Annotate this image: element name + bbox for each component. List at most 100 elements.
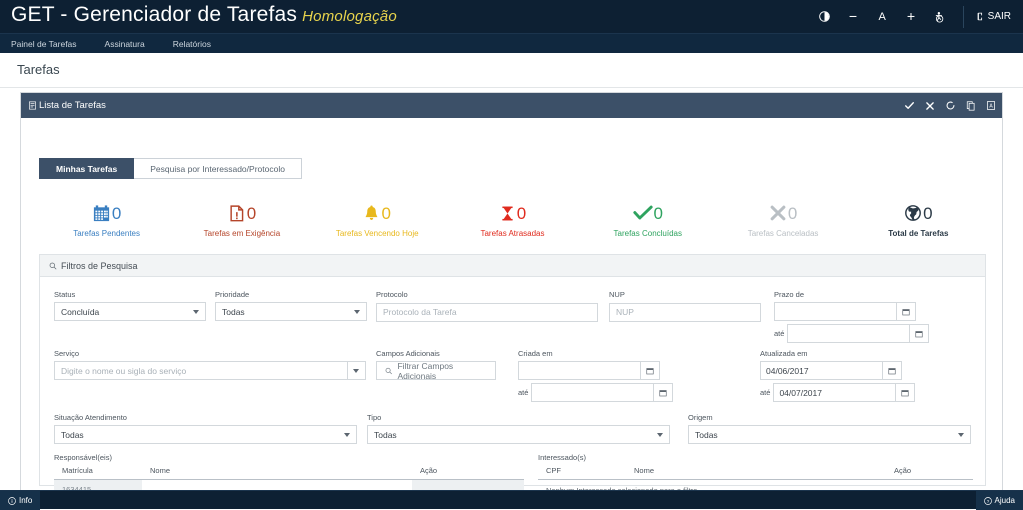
search-icon	[49, 262, 57, 270]
field-protocolo: Protocolo	[376, 290, 598, 322]
prazo-label: Prazo de	[774, 290, 886, 299]
prazo-ate-label: até	[774, 329, 784, 338]
calendar-icon[interactable]	[909, 325, 928, 342]
protocolo-label: Protocolo	[376, 290, 598, 299]
interessados-label: Interessado(s)	[538, 453, 973, 462]
copy-icon[interactable]	[966, 100, 976, 111]
logout-button[interactable]: SAIR	[972, 0, 1023, 33]
list-icon	[28, 101, 37, 110]
info-label: Info	[19, 496, 32, 505]
atualizada-from-field[interactable]	[760, 361, 902, 380]
criada-to-input[interactable]	[532, 384, 653, 401]
nav-item-relatorios[interactable]: Relatórios	[173, 39, 225, 49]
stat-count: 0	[247, 205, 256, 222]
protocolo-input[interactable]	[376, 303, 598, 322]
stat-tarefas-vencendo-hoje[interactable]: 0 Tarefas Vencendo Hoje	[317, 200, 437, 238]
calendar-icon[interactable]	[882, 362, 901, 379]
column-acao: Ação	[886, 466, 973, 480]
document-alert-icon	[228, 204, 246, 223]
field-prioridade: Prioridade Todas	[215, 290, 367, 321]
font-size-icon[interactable]: A	[868, 0, 897, 33]
atualizada-to-row: até	[760, 383, 886, 402]
servico-dropdown-button[interactable]	[347, 362, 365, 379]
tipo-select[interactable]: Todas	[367, 425, 670, 444]
logout-label: SAIR	[988, 11, 1011, 22]
status-footer-bar: Info ? Ajuda	[0, 490, 1023, 509]
nav-item-painel-de-tarefas[interactable]: Painel de Tarefas	[11, 39, 91, 49]
field-origem: Origem Todas	[688, 413, 971, 444]
criada-from-input[interactable]	[519, 362, 640, 379]
calendar-icon[interactable]	[895, 384, 914, 401]
nup-input[interactable]	[609, 303, 761, 322]
stat-label: Tarefas em Exigência	[204, 229, 280, 238]
prazo-from-row	[774, 302, 886, 321]
stat-tarefas-atrasadas[interactable]: 0 Tarefas Atrasadas	[452, 200, 572, 238]
close-icon[interactable]	[925, 101, 935, 111]
prazo-from-input[interactable]	[775, 303, 896, 320]
servico-placeholder: Digite o nome ou sigla do serviço	[61, 366, 186, 376]
servico-select[interactable]: Digite o nome ou sigla do serviço	[54, 361, 366, 380]
servico-label: Serviço	[54, 349, 366, 358]
atualizada-to-field[interactable]	[773, 383, 915, 402]
stat-tarefas-concluidas[interactable]: 0 Tarefas Concluídas	[588, 200, 708, 238]
calendar-icon[interactable]	[653, 384, 672, 401]
tab-minhas-tarefas[interactable]: Minhas Tarefas	[39, 158, 134, 179]
info-button[interactable]: Info	[0, 491, 40, 510]
table-header-row: CPF Nome Ação	[538, 466, 973, 480]
main-navigation-bar: Painel de Tarefas Assinatura Relatórios	[0, 33, 1023, 53]
filtrar-campos-adicionais-button[interactable]: Filtrar Campos Adicionais	[376, 361, 496, 380]
calendar-icon[interactable]	[640, 362, 659, 379]
atualizada-to-input[interactable]	[774, 384, 895, 401]
task-summary-counters: 0 Tarefas Pendentes 0 Tarefas em Exigênc…	[39, 200, 986, 248]
campos-adicionais-label: Campos Adicionais	[376, 349, 496, 358]
tab-pesquisa-interessado-protocolo[interactable]: Pesquisa por Interessado/Protocolo	[134, 158, 302, 179]
calendar-icon[interactable]	[896, 303, 915, 320]
prioridade-value: Todas	[222, 307, 245, 317]
situacao-value: Todas	[61, 430, 84, 440]
stat-tarefas-canceladas[interactable]: 0 Tarefas Canceladas	[723, 200, 843, 238]
header-icon-group: A SAIR	[810, 0, 1023, 33]
column-matricula: Matrícula	[54, 466, 142, 480]
nav-item-assinatura[interactable]: Assinatura	[105, 39, 159, 49]
font-decrease-icon[interactable]	[839, 0, 868, 33]
stat-tarefas-em-exigencia[interactable]: 0 Tarefas em Exigência	[182, 200, 302, 238]
confirm-icon[interactable]	[904, 100, 915, 111]
status-select[interactable]: Concluída	[54, 302, 206, 321]
prazo-to-field[interactable]	[787, 324, 929, 343]
prazo-from-field[interactable]	[774, 302, 916, 321]
pdf-icon[interactable]: A	[986, 100, 996, 111]
criada-to-field[interactable]	[531, 383, 673, 402]
stat-total-de-tarefas[interactable]: 0 Total de Tarefas	[858, 200, 978, 238]
globe-icon	[904, 204, 922, 222]
prazo-to-input[interactable]	[788, 325, 909, 342]
criada-em-label: Criada em	[518, 349, 648, 358]
help-label: Ajuda	[995, 496, 1015, 505]
status-value: Concluída	[61, 307, 99, 317]
help-button[interactable]: ? Ajuda	[976, 491, 1023, 510]
prioridade-select[interactable]: Todas	[215, 302, 367, 321]
info-icon	[8, 497, 16, 505]
contrast-icon[interactable]	[810, 0, 839, 33]
atualizada-from-input[interactable]	[761, 362, 882, 379]
font-increase-icon[interactable]	[897, 0, 926, 33]
panel-title-group: Lista de Tarefas	[21, 100, 106, 111]
origem-select[interactable]: Todas	[688, 425, 971, 444]
refresh-icon[interactable]	[945, 100, 956, 111]
field-status: Status Concluída	[54, 290, 206, 321]
origem-value: Todas	[695, 430, 718, 440]
atualizada-em-label: Atualizada em	[760, 349, 886, 358]
accessibility-icon[interactable]	[926, 0, 955, 33]
filters-header: Filtros de Pesquisa	[40, 255, 985, 277]
stat-tarefas-pendentes[interactable]: 0 Tarefas Pendentes	[47, 200, 167, 238]
situacao-label: Situação Atendimento	[54, 413, 357, 422]
criada-ate-label: até	[518, 388, 528, 397]
column-nome: Nome	[142, 466, 412, 480]
chevron-down-icon	[657, 433, 663, 437]
field-atualizada-em: Atualizada em até	[760, 349, 886, 402]
criada-from-field[interactable]	[518, 361, 660, 380]
top-header-bar: GET - Gerenciador de TarefasHomologação …	[0, 0, 1023, 33]
stat-count: 0	[788, 205, 797, 222]
situacao-select[interactable]: Todas	[54, 425, 357, 444]
hourglass-icon	[499, 204, 516, 223]
field-servico: Serviço Digite o nome ou sigla do serviç…	[54, 349, 366, 380]
